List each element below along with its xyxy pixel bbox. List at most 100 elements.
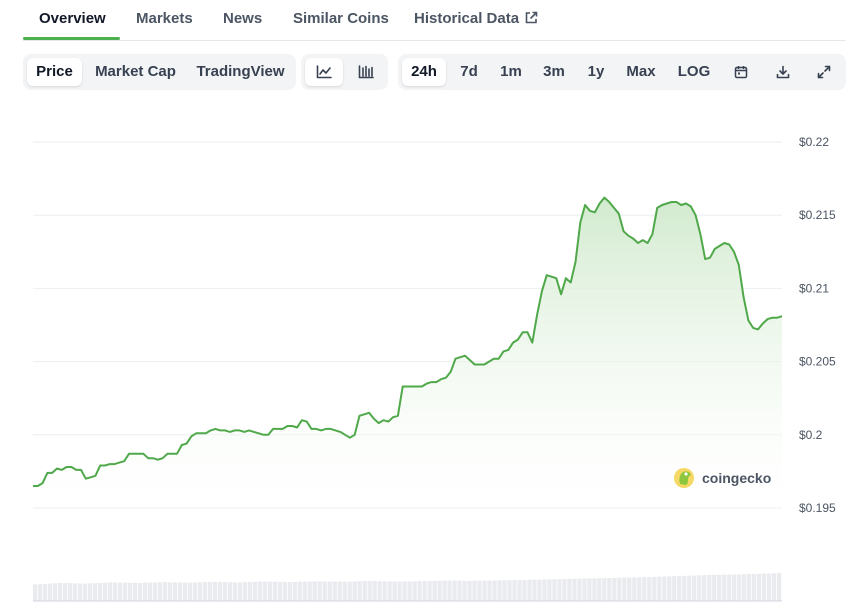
top-nav: Overview Markets News Similar Coins Hist… [23, 0, 846, 41]
volume-bar [577, 578, 582, 601]
range-3m-button[interactable]: 3m [535, 58, 573, 86]
candlestick-chart-button[interactable] [347, 58, 385, 86]
volume-bar [452, 580, 457, 601]
volume-bar [77, 583, 83, 601]
volume-bar [262, 581, 267, 601]
download-button[interactable] [768, 58, 798, 86]
volume-bar [667, 576, 672, 601]
volume-bar [53, 583, 58, 601]
volume-bar [762, 573, 767, 601]
volume-bar [622, 577, 627, 601]
expand-icon [817, 65, 831, 79]
metric-tradingview-button[interactable]: TradingView [189, 58, 292, 86]
tab-similar-coins[interactable]: Similar Coins [293, 10, 389, 27]
volume-bar [232, 582, 237, 601]
volume-bar [352, 581, 357, 601]
volume-bar [512, 580, 517, 601]
volume-bar [307, 581, 312, 601]
volume-bar [107, 582, 113, 601]
volume-bar [117, 582, 123, 601]
volume-bar [417, 581, 422, 601]
range-1y-button[interactable]: 1y [580, 58, 612, 86]
external-link-icon [525, 11, 538, 24]
tab-news[interactable]: News [223, 10, 262, 27]
volume-bar [152, 582, 158, 601]
tab-historical-data[interactable]: Historical Data [414, 10, 538, 27]
volume-bar [342, 581, 347, 601]
volume-bar [467, 580, 472, 601]
y-tick-label: $0.215 [799, 208, 836, 222]
volume-bar [282, 581, 287, 601]
volume-bar [617, 577, 622, 601]
volume-bar [92, 583, 98, 601]
volume-bar [507, 580, 512, 601]
volume-bar [327, 581, 332, 601]
volume-bar [572, 578, 577, 601]
range-max-button[interactable]: Max [620, 58, 662, 86]
line-chart-icon [316, 65, 332, 79]
volume-bar [527, 579, 532, 601]
fullscreen-button[interactable] [809, 58, 839, 86]
volume-bar [737, 574, 742, 601]
volume-bar [747, 574, 752, 601]
volume-bar [252, 581, 257, 601]
chart-view-selector [301, 54, 388, 90]
volume-bar [267, 581, 272, 601]
volume-bar [142, 582, 148, 601]
volume-bar [657, 576, 662, 601]
volume-bar [652, 576, 657, 601]
volume-bar [177, 582, 183, 601]
volume-bar [277, 581, 282, 601]
volume-bar [182, 582, 188, 601]
range-1m-button[interactable]: 1m [493, 58, 529, 86]
volume-bar [597, 578, 602, 601]
volume-bar [407, 581, 412, 601]
volume-bar [237, 582, 242, 601]
range-7d-button[interactable]: 7d [452, 58, 486, 86]
active-tab-indicator [23, 37, 120, 40]
metric-market-cap-button[interactable]: Market Cap [88, 58, 183, 86]
volume-bar [437, 580, 442, 601]
volume-bar [397, 581, 402, 601]
volume-bar [187, 582, 193, 601]
volume-bar [402, 581, 407, 601]
coingecko-watermark: coingecko [674, 468, 771, 488]
price-chart[interactable]: $0.22 $0.215 $0.21 $0.205 $0.2 $0.195 coingec… [0, 110, 857, 606]
volume-bar [297, 581, 302, 601]
volume-bar [292, 582, 297, 601]
volume-bar [692, 575, 697, 601]
volume-bar [502, 580, 507, 601]
tab-historical-data-label: Historical Data [414, 10, 520, 27]
volume-bar [767, 573, 772, 601]
volume-bar [287, 582, 292, 601]
volume-bar [367, 580, 372, 601]
volume-bar [697, 575, 702, 601]
volume-bar [377, 581, 382, 601]
volume-bar [422, 581, 427, 601]
volume-bar [38, 584, 43, 601]
volume-bar [497, 580, 502, 601]
volume-bar [557, 579, 562, 601]
volume-bar [212, 581, 218, 601]
range-24h-button[interactable]: 24h [402, 58, 446, 86]
volume-bar [702, 575, 707, 601]
volume-bar [642, 577, 647, 601]
log-scale-button[interactable]: LOG [672, 58, 716, 86]
volume-bar [687, 575, 692, 601]
calendar-button[interactable] [726, 58, 756, 86]
metric-price-button[interactable]: Price [27, 58, 82, 86]
volume-bar [492, 580, 497, 601]
volume-bar [587, 578, 592, 601]
volume-bar [122, 582, 128, 601]
volume-bar [757, 573, 762, 601]
tab-markets[interactable]: Markets [136, 10, 193, 27]
tab-overview[interactable]: Overview [39, 10, 106, 27]
volume-bar [582, 578, 587, 601]
volume-bar [387, 581, 392, 601]
volume-bar [722, 574, 727, 601]
line-chart-button[interactable] [305, 58, 343, 86]
volume-bar [87, 583, 93, 601]
volume-bar [357, 581, 362, 601]
volume-bar [457, 580, 462, 601]
y-tick-label: $0.22 [799, 135, 829, 149]
